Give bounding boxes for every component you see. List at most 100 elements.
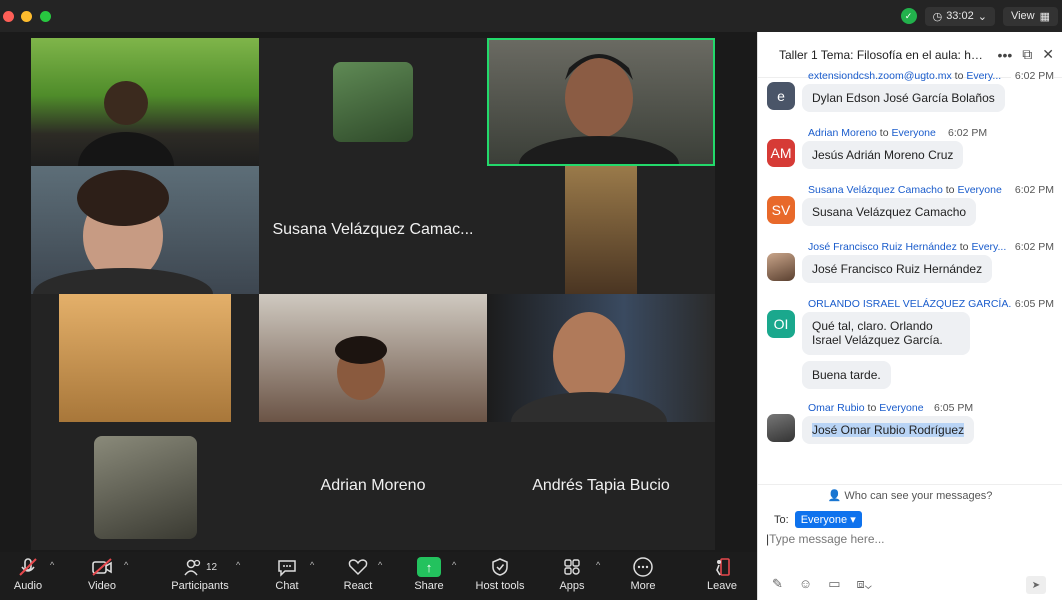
gallery-grid: Susana Velázquez Camac... Adrian Moreno xyxy=(31,38,715,550)
react-label: React xyxy=(343,580,373,592)
avatar[interactable]: SV xyxy=(767,196,795,224)
video-label: Video xyxy=(88,580,116,592)
message-time: 6:05 PM xyxy=(1010,298,1054,310)
close-icon[interactable]: ✕ xyxy=(1042,46,1054,63)
more-options-icon[interactable]: ••• xyxy=(998,47,1013,63)
recipient-name: Everyone xyxy=(957,184,1002,196)
message-bubble[interactable]: Buena tarde. xyxy=(802,361,891,390)
video-tile[interactable] xyxy=(31,294,259,422)
photo-tile[interactable] xyxy=(259,38,487,166)
format-icon[interactable]: ✎ xyxy=(772,576,783,592)
message-bubble[interactable]: Susana Velázquez Camacho xyxy=(802,198,977,227)
who-can-see-label: Who can see your messages? xyxy=(844,490,993,502)
to-word: to xyxy=(867,402,877,414)
apps-options-caret[interactable]: ^ xyxy=(596,560,600,570)
sender-name[interactable]: ORLANDO ISRAEL VELÁZQUEZ GARCÍA... xyxy=(808,298,1017,310)
to-word: to xyxy=(945,184,955,196)
participants-options-caret[interactable]: ^ xyxy=(236,560,240,570)
compose-toolbar: ✎ ☺ ▭ ⧈⌄ ➤ xyxy=(772,576,1054,594)
to-label: To: xyxy=(774,513,789,526)
participant-video xyxy=(59,294,231,422)
recipient-selector[interactable]: Everyone ▾ xyxy=(794,511,862,528)
message-bubble[interactable]: Dylan Edson José García Bolaños xyxy=(802,84,1005,113)
participant-video xyxy=(519,54,679,164)
view-button[interactable]: View ▦ xyxy=(1002,6,1058,26)
participant-name-tile[interactable]: Adrian Moreno xyxy=(259,422,487,550)
recipient-name: Every... xyxy=(966,70,1002,82)
message-bubble[interactable]: José Omar Rubio Rodríguez xyxy=(802,416,975,445)
screenshot-icon[interactable]: ⧈⌄ xyxy=(856,576,871,592)
file-icon[interactable]: ▭ xyxy=(828,576,840,592)
video-tile[interactable] xyxy=(487,166,715,294)
shield-icon[interactable]: ✓ xyxy=(900,8,917,24)
avatar[interactable]: e xyxy=(767,82,795,110)
message-bubble[interactable]: Qué tal, claro. Orlando Israel Velázquez… xyxy=(802,312,970,355)
photo-tile[interactable] xyxy=(31,422,259,550)
audio-button[interactable]: Audio xyxy=(10,554,46,598)
share-button[interactable]: ↑ Share xyxy=(412,554,446,598)
recipient-value: Everyone xyxy=(800,514,848,526)
share-options-caret[interactable]: ^ xyxy=(452,560,456,570)
message-meta: ORLANDO ISRAEL VELÁZQUEZ GARCÍA... 6:05 … xyxy=(808,298,1054,310)
recipient-row: To: Everyone ▾ xyxy=(774,511,862,528)
meeting-timer[interactable]: ◷ 33:02 ⌄ xyxy=(924,6,995,26)
more-button[interactable]: More xyxy=(627,554,659,598)
participant-photo xyxy=(94,436,197,539)
host-tools-button[interactable]: Host tools xyxy=(474,554,526,598)
participants-label: Participants xyxy=(171,580,229,592)
participant-video xyxy=(565,166,637,294)
send-icon[interactable]: ➤ xyxy=(1026,576,1046,594)
person-icon: 👤 xyxy=(827,490,842,502)
recipient-name: Everyone xyxy=(879,402,924,414)
video-tile[interactable] xyxy=(31,38,259,166)
participant-name-tile[interactable]: Andrés Tapia Bucio xyxy=(487,422,715,550)
active-speaker-tile[interactable] xyxy=(487,38,715,166)
video-tile[interactable] xyxy=(259,294,487,422)
message-bubble[interactable]: José Francisco Ruiz Hernández xyxy=(802,255,993,284)
message-input[interactable]: |Type message here... xyxy=(766,530,1054,560)
message-meta: Omar Rubio to Everyone 6:05 PM xyxy=(808,402,1054,414)
view-label: View xyxy=(1010,10,1035,22)
emoji-icon[interactable]: ☺ xyxy=(799,576,812,592)
leave-button[interactable]: Leave xyxy=(706,554,738,598)
mic-muted-icon xyxy=(18,554,38,580)
video-tile[interactable] xyxy=(487,294,715,422)
highlighted-text: José Omar Rubio Rodríguez xyxy=(812,423,965,437)
react-options-caret[interactable]: ^ xyxy=(378,560,382,570)
participant-photo xyxy=(333,62,413,142)
sender-name[interactable]: José Francisco Ruiz Hernández xyxy=(808,241,957,253)
sender-name[interactable]: extensiondcsh.zoom@ugto.mx xyxy=(808,70,952,82)
participants-button[interactable]: 12 Participants xyxy=(168,554,232,598)
react-button[interactable]: React xyxy=(340,554,376,598)
apps-button[interactable]: Apps xyxy=(556,554,588,598)
chat-options-caret[interactable]: ^ xyxy=(310,560,314,570)
audio-options-caret[interactable]: ^ xyxy=(50,560,54,570)
message-bubble[interactable]: Jesús Adrián Moreno Cruz xyxy=(802,141,964,170)
message-time: 6:02 PM xyxy=(1010,70,1054,82)
pop-out-icon[interactable]: ⧉ xyxy=(1022,46,1032,63)
chat-title: Taller 1 Tema: Filosofía en el aula: hac… xyxy=(779,47,988,62)
meeting-toolbar: Audio ^ Video ^ 12 Participants ^ Chat ^… xyxy=(0,552,757,600)
chat-button[interactable]: Chat xyxy=(270,554,304,598)
leave-icon xyxy=(712,554,732,580)
chat-panel: Taller 1 Tema: Filosofía en el aula: hac… xyxy=(757,32,1062,600)
video-button[interactable]: Video xyxy=(84,554,120,598)
apps-icon xyxy=(562,554,582,580)
avatar[interactable]: OI xyxy=(767,310,795,338)
video-stage: Susana Velázquez Camac... Adrian Moreno xyxy=(0,32,757,552)
sender-name[interactable]: Omar Rubio xyxy=(808,402,865,414)
video-options-caret[interactable]: ^ xyxy=(124,560,128,570)
sender-name[interactable]: Adrian Moreno xyxy=(808,127,877,139)
video-tile[interactable] xyxy=(31,166,259,294)
avatar[interactable] xyxy=(767,414,795,442)
participant-name-tile[interactable]: Susana Velázquez Camac... xyxy=(259,166,487,294)
who-can-see[interactable]: 👤 Who can see your messages? xyxy=(758,484,1062,502)
avatar[interactable]: AM xyxy=(767,139,795,167)
share-label: Share xyxy=(414,580,444,592)
sender-name[interactable]: Susana Velázquez Camacho xyxy=(808,184,943,196)
avatar[interactable] xyxy=(767,253,795,281)
close-window-button[interactable] xyxy=(3,11,14,22)
minimize-window-button[interactable] xyxy=(21,11,32,22)
zoom-window-button[interactable] xyxy=(40,11,51,22)
participant-name: Andrés Tapia Bucio xyxy=(532,477,670,494)
